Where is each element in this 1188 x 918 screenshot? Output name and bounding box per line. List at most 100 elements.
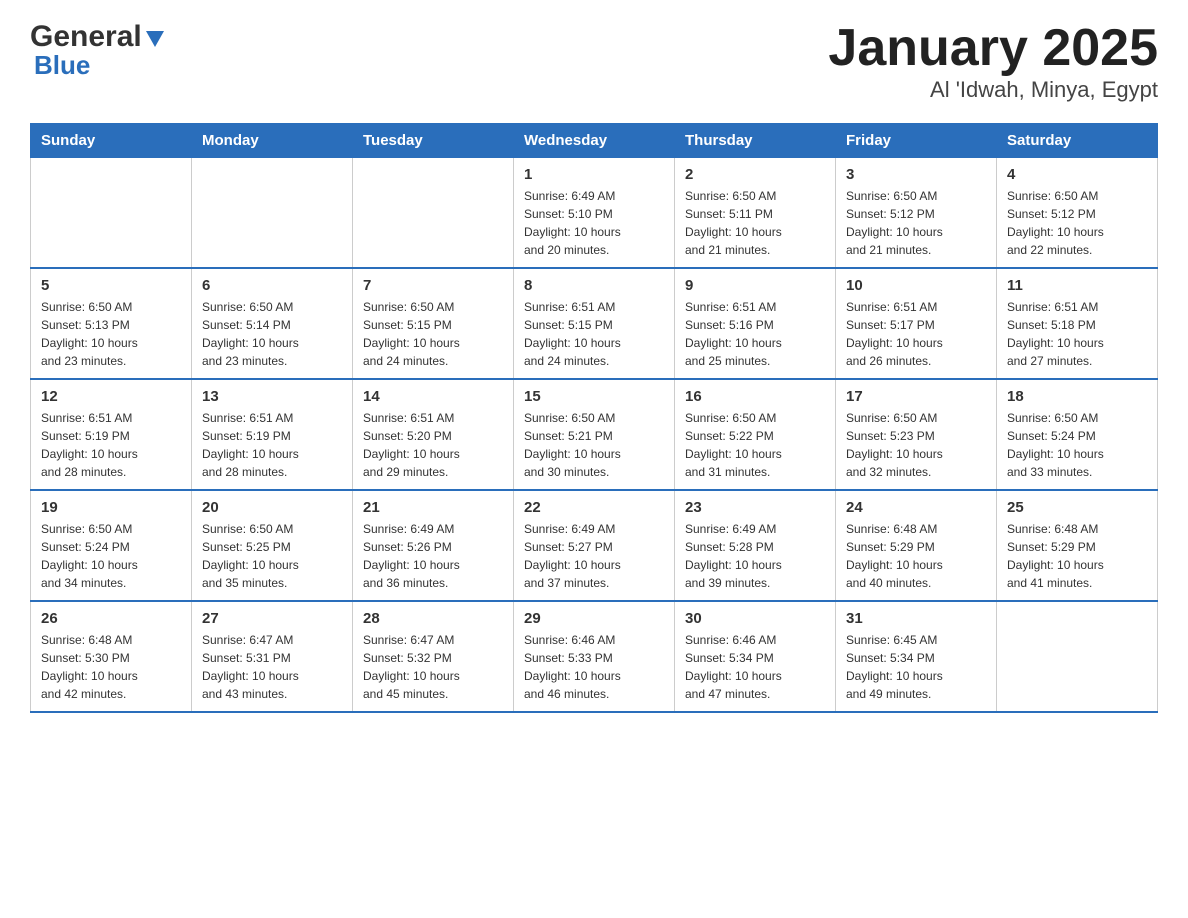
day-info: Sunrise: 6:50 AM Sunset: 5:23 PM Dayligh… (846, 409, 986, 481)
calendar-day-cell: 27Sunrise: 6:47 AM Sunset: 5:31 PM Dayli… (192, 601, 353, 712)
header-saturday: Saturday (997, 124, 1158, 158)
calendar-day-cell (31, 158, 192, 269)
day-info: Sunrise: 6:50 AM Sunset: 5:13 PM Dayligh… (41, 298, 181, 370)
day-number: 12 (41, 388, 181, 405)
calendar-day-cell: 16Sunrise: 6:50 AM Sunset: 5:22 PM Dayli… (675, 379, 836, 490)
day-number: 7 (363, 277, 503, 294)
calendar-week-row: 1 Sunrise: 6:49 AM Sunset: 5:10 PM Daylig… (31, 158, 1158, 269)
day-info: Sunrise: 6:48 AM Sunset: 5:29 PM Dayligh… (846, 520, 986, 592)
calendar-header: SundayMondayTuesdayWednesdayThursdayFrid… (31, 124, 1158, 158)
logo-general-text: General (30, 20, 142, 54)
day-number: 27 (202, 610, 342, 627)
day-number: 18 (1007, 388, 1147, 405)
calendar-day-cell: 30Sunrise: 6:46 AM Sunset: 5:34 PM Dayli… (675, 601, 836, 712)
day-info: Sunrise: 6:47 AM Sunset: 5:32 PM Dayligh… (363, 631, 503, 703)
day-info: Sunrise: 6:49 AM Sunset: 5:27 PM Dayligh… (524, 520, 664, 592)
calendar-day-cell: 2 Sunrise: 6:50 AM Sunset: 5:11 PM Daylig… (675, 158, 836, 269)
day-number: 25 (1007, 499, 1147, 516)
calendar-day-cell: 11 Sunrise: 6:51 AM Sunset: 5:18 PM Dayli… (997, 268, 1158, 379)
day-info: Sunrise: 6:51 AM Sunset: 5:20 PM Dayligh… (363, 409, 503, 481)
day-number: 14 (363, 388, 503, 405)
calendar-day-cell: 15 Sunrise: 6:50 AM Sunset: 5:21 PM Dayli… (514, 379, 675, 490)
day-number: 15 (524, 388, 664, 405)
header-sunday: Sunday (31, 124, 192, 158)
day-info: Sunrise: 6:51 AM Sunset: 5:16 PM Dayligh… (685, 298, 825, 370)
calendar-title: January 2025 (828, 20, 1158, 77)
day-number: 4 (1007, 166, 1147, 183)
calendar-day-cell: 13 Sunrise: 6:51 AM Sunset: 5:19 PM Dayli… (192, 379, 353, 490)
calendar-week-row: 5 Sunrise: 6:50 AM Sunset: 5:13 PM Daylig… (31, 268, 1158, 379)
day-info: Sunrise: 6:50 AM Sunset: 5:14 PM Dayligh… (202, 298, 342, 370)
calendar-day-cell: 3 Sunrise: 6:50 AM Sunset: 5:12 PM Daylig… (836, 158, 997, 269)
logo: General Blue (30, 20, 166, 81)
calendar-day-cell: 7Sunrise: 6:50 AM Sunset: 5:15 PM Daylig… (353, 268, 514, 379)
calendar-day-cell (997, 601, 1158, 712)
logo-triangle-icon (144, 27, 166, 49)
day-number: 17 (846, 388, 986, 405)
day-info: Sunrise: 6:50 AM Sunset: 5:21 PM Dayligh… (524, 409, 664, 481)
calendar-day-cell: 5 Sunrise: 6:50 AM Sunset: 5:13 PM Daylig… (31, 268, 192, 379)
day-number: 3 (846, 166, 986, 183)
header-tuesday: Tuesday (353, 124, 514, 158)
header-row: SundayMondayTuesdayWednesdayThursdayFrid… (31, 124, 1158, 158)
day-number: 2 (685, 166, 825, 183)
calendar-day-cell: 26 Sunrise: 6:48 AM Sunset: 5:30 PM Dayli… (31, 601, 192, 712)
calendar-day-cell: 6 Sunrise: 6:50 AM Sunset: 5:14 PM Daylig… (192, 268, 353, 379)
day-number: 6 (202, 277, 342, 294)
day-info: Sunrise: 6:49 AM Sunset: 5:28 PM Dayligh… (685, 520, 825, 592)
calendar-day-cell: 17 Sunrise: 6:50 AM Sunset: 5:23 PM Dayli… (836, 379, 997, 490)
day-number: 9 (685, 277, 825, 294)
day-number: 5 (41, 277, 181, 294)
calendar-day-cell: 10 Sunrise: 6:51 AM Sunset: 5:17 PM Dayli… (836, 268, 997, 379)
calendar-day-cell (192, 158, 353, 269)
day-info: Sunrise: 6:49 AM Sunset: 5:10 PM Dayligh… (524, 187, 664, 259)
day-number: 13 (202, 388, 342, 405)
day-info: Sunrise: 6:50 AM Sunset: 5:11 PM Dayligh… (685, 187, 825, 259)
calendar-day-cell: 23 Sunrise: 6:49 AM Sunset: 5:28 PM Dayli… (675, 490, 836, 601)
day-number: 26 (41, 610, 181, 627)
day-info: Sunrise: 6:51 AM Sunset: 5:15 PM Dayligh… (524, 298, 664, 370)
day-info: Sunrise: 6:51 AM Sunset: 5:18 PM Dayligh… (1007, 298, 1147, 370)
day-number: 28 (363, 610, 503, 627)
day-info: Sunrise: 6:51 AM Sunset: 5:19 PM Dayligh… (41, 409, 181, 481)
header-monday: Monday (192, 124, 353, 158)
day-info: Sunrise: 6:51 AM Sunset: 5:19 PM Dayligh… (202, 409, 342, 481)
day-number: 31 (846, 610, 986, 627)
calendar-day-cell: 1 Sunrise: 6:49 AM Sunset: 5:10 PM Daylig… (514, 158, 675, 269)
calendar-table: SundayMondayTuesdayWednesdayThursdayFrid… (30, 123, 1158, 713)
day-number: 10 (846, 277, 986, 294)
calendar-day-cell: 24Sunrise: 6:48 AM Sunset: 5:29 PM Dayli… (836, 490, 997, 601)
calendar-day-cell: 28 Sunrise: 6:47 AM Sunset: 5:32 PM Dayli… (353, 601, 514, 712)
day-info: Sunrise: 6:51 AM Sunset: 5:17 PM Dayligh… (846, 298, 986, 370)
calendar-week-row: 12 Sunrise: 6:51 AM Sunset: 5:19 PM Dayli… (31, 379, 1158, 490)
day-info: Sunrise: 6:48 AM Sunset: 5:29 PM Dayligh… (1007, 520, 1147, 592)
calendar-title-block: January 2025 Al 'Idwah, Minya, Egypt (828, 20, 1158, 103)
day-info: Sunrise: 6:50 AM Sunset: 5:12 PM Dayligh… (846, 187, 986, 259)
day-number: 11 (1007, 277, 1147, 294)
day-number: 22 (524, 499, 664, 516)
calendar-day-cell: 22 Sunrise: 6:49 AM Sunset: 5:27 PM Dayli… (514, 490, 675, 601)
day-info: Sunrise: 6:50 AM Sunset: 5:12 PM Dayligh… (1007, 187, 1147, 259)
calendar-day-cell: 19Sunrise: 6:50 AM Sunset: 5:24 PM Dayli… (31, 490, 192, 601)
day-number: 8 (524, 277, 664, 294)
calendar-day-cell: 29 Sunrise: 6:46 AM Sunset: 5:33 PM Dayli… (514, 601, 675, 712)
calendar-day-cell: 12 Sunrise: 6:51 AM Sunset: 5:19 PM Dayli… (31, 379, 192, 490)
calendar-day-cell: 9 Sunrise: 6:51 AM Sunset: 5:16 PM Daylig… (675, 268, 836, 379)
calendar-day-cell: 4 Sunrise: 6:50 AM Sunset: 5:12 PM Daylig… (997, 158, 1158, 269)
calendar-day-cell: 25 Sunrise: 6:48 AM Sunset: 5:29 PM Dayli… (997, 490, 1158, 601)
day-info: Sunrise: 6:46 AM Sunset: 5:33 PM Dayligh… (524, 631, 664, 703)
header-wednesday: Wednesday (514, 124, 675, 158)
page-header: General Blue January 2025 Al 'Idwah, Min… (30, 20, 1158, 103)
day-info: Sunrise: 6:48 AM Sunset: 5:30 PM Dayligh… (41, 631, 181, 703)
day-number: 16 (685, 388, 825, 405)
day-number: 1 (524, 166, 664, 183)
calendar-day-cell: 8 Sunrise: 6:51 AM Sunset: 5:15 PM Daylig… (514, 268, 675, 379)
day-info: Sunrise: 6:50 AM Sunset: 5:25 PM Dayligh… (202, 520, 342, 592)
calendar-week-row: 26 Sunrise: 6:48 AM Sunset: 5:30 PM Dayli… (31, 601, 1158, 712)
calendar-subtitle: Al 'Idwah, Minya, Egypt (828, 77, 1158, 103)
header-friday: Friday (836, 124, 997, 158)
day-number: 23 (685, 499, 825, 516)
calendar-week-row: 19Sunrise: 6:50 AM Sunset: 5:24 PM Dayli… (31, 490, 1158, 601)
day-number: 29 (524, 610, 664, 627)
calendar-day-cell: 31Sunrise: 6:45 AM Sunset: 5:34 PM Dayli… (836, 601, 997, 712)
